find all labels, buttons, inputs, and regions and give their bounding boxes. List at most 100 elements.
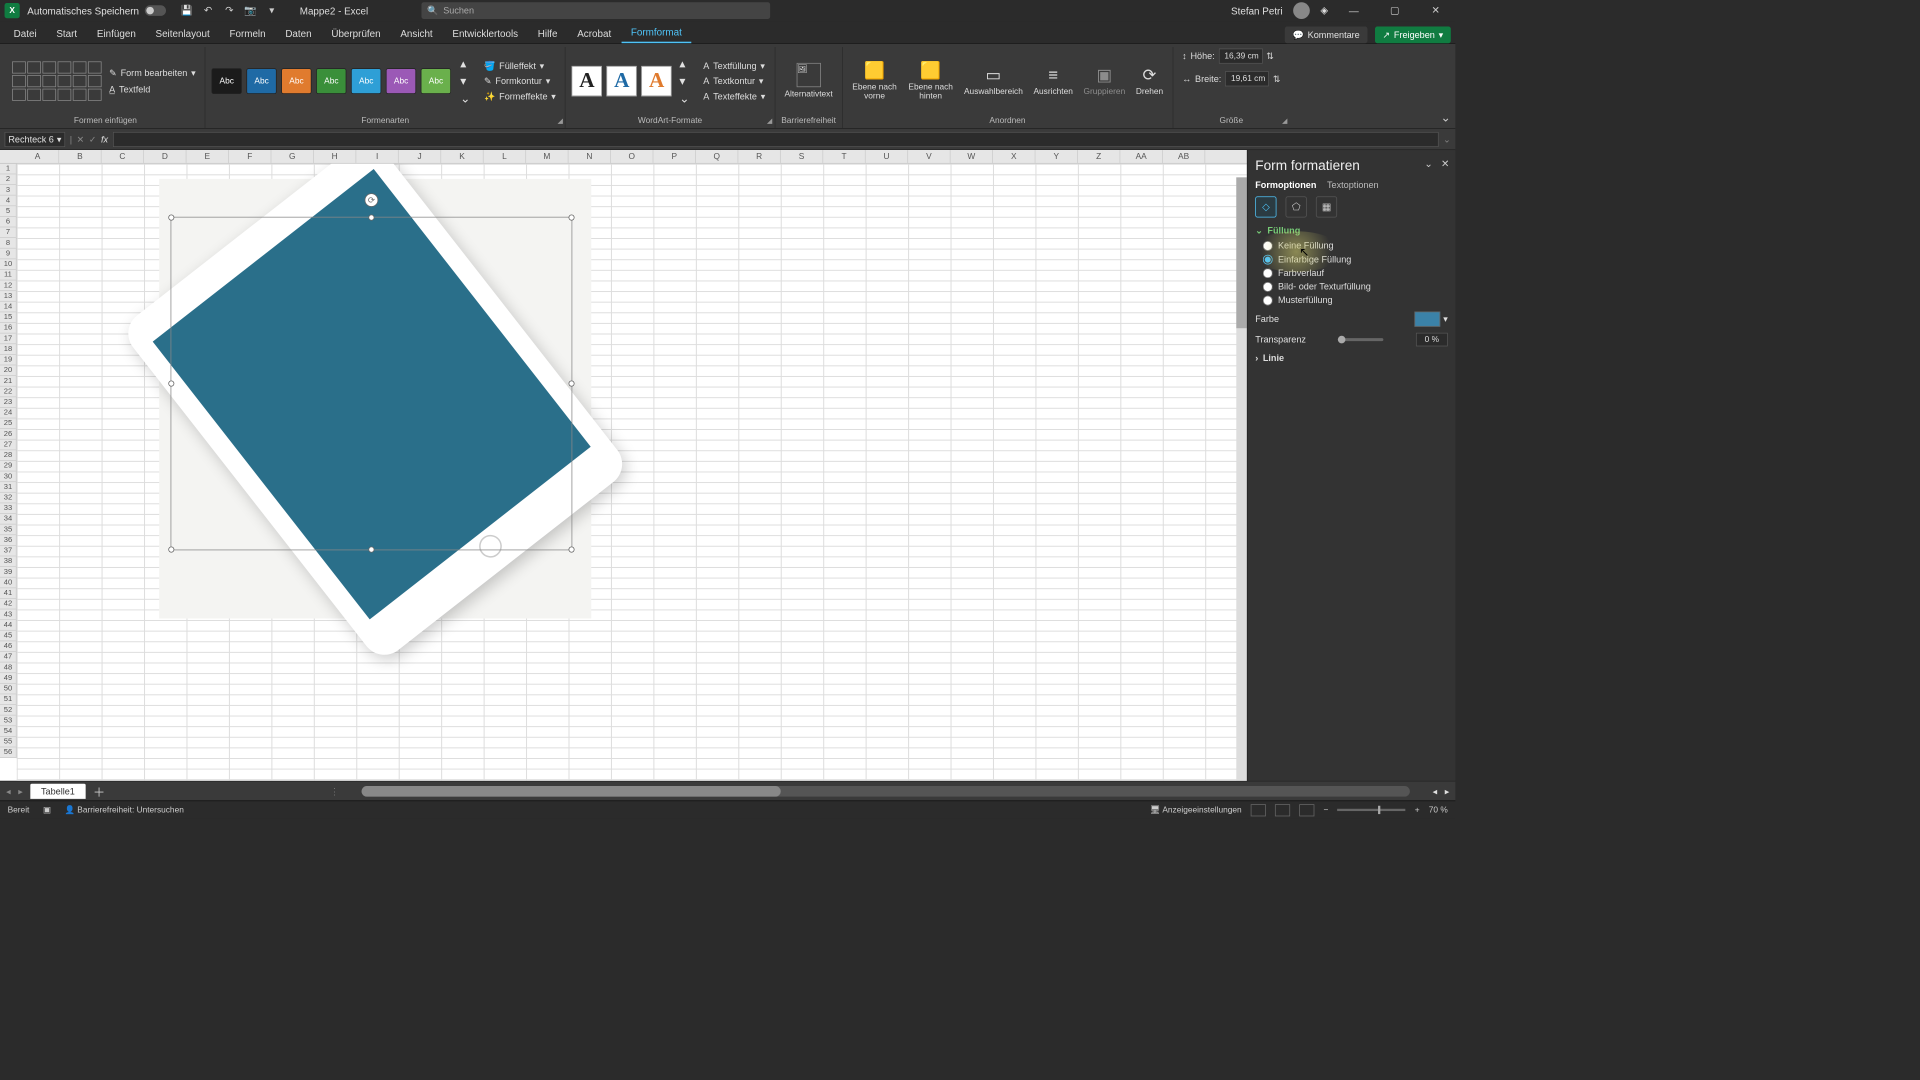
row-18[interactable]: 18 bbox=[0, 344, 16, 355]
resize-handle-sw[interactable] bbox=[168, 547, 174, 553]
tab-einfuegen[interactable]: Einfügen bbox=[88, 24, 145, 43]
row-44[interactable]: 44 bbox=[0, 620, 16, 631]
chevron-down-icon[interactable]: ▾ bbox=[57, 134, 62, 145]
ribbon-collapse-icon[interactable]: ⌄ bbox=[1441, 110, 1451, 125]
row-38[interactable]: 38 bbox=[0, 556, 16, 567]
shape-style-3[interactable]: Abc bbox=[281, 68, 311, 94]
row-54[interactable]: 54 bbox=[0, 726, 16, 737]
confirm-icon[interactable]: ✓ bbox=[89, 134, 97, 145]
panel-collapse-icon[interactable]: ⌄ bbox=[1424, 158, 1432, 170]
wa-down-icon[interactable]: ▾ bbox=[679, 73, 689, 88]
col-J[interactable]: J bbox=[399, 150, 441, 163]
row-3[interactable]: 3 bbox=[0, 185, 16, 196]
shape-style-2[interactable]: Abc bbox=[246, 68, 276, 94]
tab-daten[interactable]: Daten bbox=[276, 24, 320, 43]
row-36[interactable]: 36 bbox=[0, 535, 16, 546]
fill-none-radio[interactable]: Keine Füllung bbox=[1263, 240, 1448, 251]
gallery-down-icon[interactable]: ▾ bbox=[460, 73, 470, 88]
spinner-icon[interactable]: ⇅ bbox=[1273, 74, 1281, 85]
row-49[interactable]: 49 bbox=[0, 673, 16, 684]
tab-entwicklertools[interactable]: Entwicklertools bbox=[443, 24, 527, 43]
row-10[interactable]: 10 bbox=[0, 259, 16, 270]
row-28[interactable]: 28 bbox=[0, 450, 16, 461]
row-46[interactable]: 46 bbox=[0, 641, 16, 652]
row-7[interactable]: 7 bbox=[0, 227, 16, 238]
row-35[interactable]: 35 bbox=[0, 525, 16, 536]
col-E[interactable]: E bbox=[186, 150, 228, 163]
tab-datei[interactable]: Datei bbox=[5, 24, 46, 43]
col-A[interactable]: A bbox=[17, 150, 59, 163]
row-53[interactable]: 53 bbox=[0, 716, 16, 727]
wordart-style-3[interactable]: A bbox=[642, 66, 672, 96]
col-U[interactable]: U bbox=[866, 150, 908, 163]
view-pagelayout-icon[interactable] bbox=[1275, 804, 1290, 816]
row-31[interactable]: 31 bbox=[0, 482, 16, 493]
sheet-next-icon[interactable]: ▸ bbox=[18, 786, 23, 797]
row-55[interactable]: 55 bbox=[0, 737, 16, 748]
zoom-value[interactable]: 70 % bbox=[1429, 805, 1448, 814]
col-O[interactable]: O bbox=[611, 150, 653, 163]
shape-fill-button[interactable]: 🪣Fülleffekt▾ bbox=[481, 59, 559, 73]
gallery-more-icon[interactable]: ⌄ bbox=[460, 91, 470, 106]
row-29[interactable]: 29 bbox=[0, 461, 16, 472]
zoom-in-icon[interactable]: + bbox=[1415, 805, 1420, 814]
row-22[interactable]: 22 bbox=[0, 387, 16, 398]
col-V[interactable]: V bbox=[908, 150, 950, 163]
cancel-icon[interactable]: ✕ bbox=[77, 134, 85, 145]
col-AA[interactable]: AA bbox=[1120, 150, 1162, 163]
col-M[interactable]: M bbox=[526, 150, 568, 163]
qat-more-icon[interactable]: ▾ bbox=[265, 4, 279, 18]
selected-shape[interactable]: ⟳ bbox=[171, 217, 573, 551]
rotate-handle[interactable]: ⟳ bbox=[365, 193, 379, 207]
sheet-tab-1[interactable]: Tabelle1 bbox=[30, 783, 85, 798]
col-W[interactable]: W bbox=[951, 150, 993, 163]
align-button[interactable]: ≡Ausrichten bbox=[1030, 64, 1075, 98]
col-AB[interactable]: AB bbox=[1163, 150, 1205, 163]
shape-gallery[interactable] bbox=[12, 61, 101, 100]
column-headers[interactable]: ABCDEFGHIJKLMNOPQRSTUVWXYZAAAB bbox=[0, 150, 1247, 164]
search-box[interactable]: 🔍 Suchen bbox=[421, 2, 770, 19]
spinner-icon[interactable]: ⇅ bbox=[1266, 51, 1274, 62]
wa-up-icon[interactable]: ▴ bbox=[679, 56, 689, 71]
shape-outline-button[interactable]: ✎Formkontur▾ bbox=[481, 74, 559, 88]
row-4[interactable]: 4 bbox=[0, 196, 16, 207]
name-box[interactable]: Rechteck 6 ▾ bbox=[5, 132, 66, 147]
row-32[interactable]: 32 bbox=[0, 493, 16, 504]
col-I[interactable]: I bbox=[356, 150, 398, 163]
resize-handle-s[interactable] bbox=[368, 547, 374, 553]
width-input[interactable] bbox=[1225, 71, 1269, 86]
macro-icon[interactable]: ▣ bbox=[43, 805, 51, 815]
row-52[interactable]: 52 bbox=[0, 705, 16, 716]
row-6[interactable]: 6 bbox=[0, 217, 16, 228]
group-button[interactable]: ▣Gruppieren bbox=[1080, 64, 1128, 98]
text-outline-button[interactable]: ATextkontur▾ bbox=[700, 74, 768, 88]
row-45[interactable]: 45 bbox=[0, 631, 16, 642]
add-sheet-button[interactable]: ＋ bbox=[93, 782, 105, 800]
share-button[interactable]: ↗ Freigeben ▾ bbox=[1375, 27, 1451, 44]
row-37[interactable]: 37 bbox=[0, 546, 16, 557]
transparency-slider[interactable] bbox=[1338, 338, 1383, 341]
scroll-right-icon[interactable]: ▸ bbox=[1445, 786, 1450, 797]
col-L[interactable]: L bbox=[484, 150, 526, 163]
tab-seitenlayout[interactable]: Seitenlayout bbox=[146, 24, 218, 43]
row-20[interactable]: 20 bbox=[0, 365, 16, 376]
alttext-button[interactable]: 🖼 Alternativtext bbox=[781, 61, 835, 100]
row-48[interactable]: 48 bbox=[0, 662, 16, 673]
col-C[interactable]: C bbox=[102, 150, 144, 163]
fx-icon[interactable]: fx bbox=[101, 134, 108, 145]
col-X[interactable]: X bbox=[993, 150, 1035, 163]
zoom-out-icon[interactable]: − bbox=[1324, 805, 1329, 814]
row-16[interactable]: 16 bbox=[0, 323, 16, 334]
row-25[interactable]: 25 bbox=[0, 418, 16, 429]
row-27[interactable]: 27 bbox=[0, 440, 16, 451]
shape-style-7[interactable]: Abc bbox=[421, 68, 451, 94]
textfield-button[interactable]: A̲ Textfeld bbox=[106, 82, 199, 96]
row-15[interactable]: 15 bbox=[0, 312, 16, 323]
row-14[interactable]: 14 bbox=[0, 302, 16, 313]
fill-pattern-radio[interactable]: Musterfüllung bbox=[1263, 295, 1448, 306]
shape-effects-button[interactable]: ✨Formeffekte▾ bbox=[481, 89, 559, 103]
resize-handle-ne[interactable] bbox=[569, 215, 575, 221]
row-9[interactable]: 9 bbox=[0, 249, 16, 260]
col-F[interactable]: F bbox=[229, 150, 271, 163]
avatar[interactable] bbox=[1293, 2, 1310, 19]
